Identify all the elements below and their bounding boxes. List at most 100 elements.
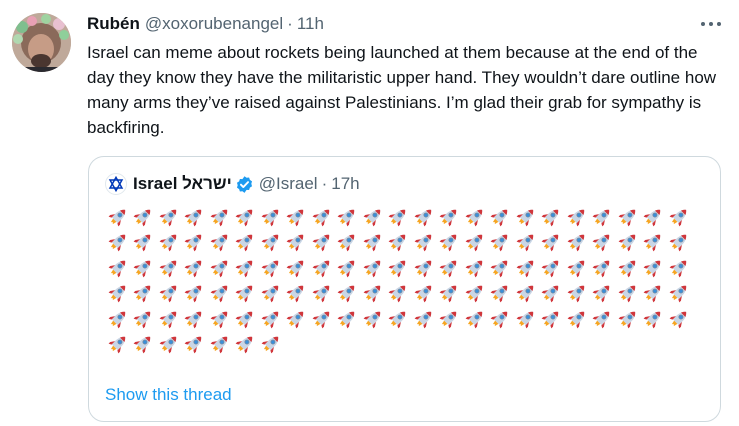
rocket-emoji bbox=[488, 281, 514, 307]
rocket-emoji bbox=[258, 332, 284, 358]
rocket-emoji bbox=[539, 306, 565, 332]
rocket-emoji bbox=[131, 306, 157, 332]
show-thread-link[interactable]: Show this thread bbox=[105, 385, 232, 405]
rocket-emoji bbox=[233, 255, 259, 281]
rocket-emoji bbox=[309, 255, 335, 281]
rocket-emoji bbox=[564, 230, 590, 256]
rocket-emoji bbox=[411, 204, 437, 230]
rocket-emoji bbox=[156, 306, 182, 332]
rocket-emoji bbox=[590, 204, 616, 230]
rocket-emoji bbox=[386, 230, 412, 256]
rocket-emoji bbox=[360, 204, 386, 230]
quoted-time[interactable]: 17h bbox=[331, 174, 359, 194]
rocket-emoji bbox=[258, 204, 284, 230]
rocket-emoji bbox=[539, 255, 565, 281]
rocket-emoji bbox=[284, 255, 310, 281]
rocket-emoji bbox=[641, 204, 667, 230]
rocket-emoji bbox=[564, 204, 590, 230]
rocket-emoji bbox=[360, 306, 386, 332]
rocket-emoji bbox=[284, 306, 310, 332]
rocket-emoji bbox=[513, 281, 539, 307]
rocket-emoji bbox=[360, 281, 386, 307]
rocket-emoji-grid bbox=[105, 204, 705, 357]
rocket-emoji bbox=[156, 281, 182, 307]
avatar[interactable] bbox=[12, 13, 71, 72]
star-of-david-icon[interactable] bbox=[105, 173, 127, 195]
rocket-emoji bbox=[207, 255, 233, 281]
rocket-emoji bbox=[590, 255, 616, 281]
rocket-emoji bbox=[233, 230, 259, 256]
rocket-emoji bbox=[411, 230, 437, 256]
author-name[interactable]: Rubén bbox=[87, 14, 140, 34]
more-horizontal-icon[interactable] bbox=[699, 14, 723, 34]
rocket-emoji bbox=[258, 230, 284, 256]
rocket-emoji bbox=[156, 255, 182, 281]
rocket-emoji bbox=[233, 281, 259, 307]
rocket-emoji bbox=[666, 204, 692, 230]
rocket-emoji bbox=[131, 230, 157, 256]
rocket-emoji bbox=[666, 255, 692, 281]
rocket-emoji bbox=[105, 332, 131, 358]
rocket-emoji bbox=[156, 204, 182, 230]
rocket-emoji bbox=[105, 204, 131, 230]
rocket-emoji bbox=[590, 306, 616, 332]
rocket-emoji bbox=[615, 230, 641, 256]
rocket-emoji bbox=[156, 230, 182, 256]
quoted-tweet[interactable]: Israel ישראל @Israel · 17h Show this thr… bbox=[88, 156, 721, 422]
rocket-emoji bbox=[437, 306, 463, 332]
rocket-emoji bbox=[462, 281, 488, 307]
rocket-emoji bbox=[182, 332, 208, 358]
rocket-emoji bbox=[513, 204, 539, 230]
rocket-emoji bbox=[615, 281, 641, 307]
rocket-emoji bbox=[207, 281, 233, 307]
rocket-emoji bbox=[284, 204, 310, 230]
rocket-emoji bbox=[207, 306, 233, 332]
quoted-separator-dot: · bbox=[321, 174, 328, 193]
rocket-emoji bbox=[309, 281, 335, 307]
rocket-emoji bbox=[335, 281, 361, 307]
tweet-time[interactable]: 11h bbox=[297, 14, 324, 34]
rocket-emoji bbox=[207, 204, 233, 230]
rocket-emoji bbox=[488, 306, 514, 332]
rocket-emoji bbox=[666, 306, 692, 332]
rocket-emoji bbox=[284, 281, 310, 307]
rocket-emoji bbox=[258, 255, 284, 281]
rocket-emoji bbox=[131, 255, 157, 281]
rocket-emoji bbox=[462, 255, 488, 281]
rocket-emoji bbox=[539, 281, 565, 307]
rocket-emoji bbox=[615, 255, 641, 281]
rocket-emoji bbox=[666, 230, 692, 256]
rocket-emoji bbox=[335, 204, 361, 230]
rocket-emoji bbox=[666, 281, 692, 307]
rocket-emoji bbox=[182, 204, 208, 230]
rocket-emoji bbox=[105, 255, 131, 281]
rocket-emoji bbox=[360, 230, 386, 256]
rocket-emoji bbox=[105, 306, 131, 332]
quoted-tweet-header: Israel ישראל @Israel · 17h bbox=[105, 173, 360, 195]
rocket-emoji bbox=[462, 204, 488, 230]
rocket-emoji bbox=[437, 281, 463, 307]
rocket-emoji bbox=[615, 204, 641, 230]
quoted-author-name[interactable]: Israel ישראל bbox=[133, 174, 232, 194]
rocket-emoji bbox=[182, 255, 208, 281]
rocket-emoji bbox=[131, 281, 157, 307]
rocket-emoji bbox=[590, 230, 616, 256]
separator-dot: · bbox=[287, 14, 293, 33]
rocket-emoji bbox=[360, 255, 386, 281]
rocket-emoji bbox=[488, 204, 514, 230]
rocket-emoji bbox=[156, 332, 182, 358]
rocket-emoji bbox=[335, 230, 361, 256]
rocket-emoji bbox=[386, 204, 412, 230]
quoted-author-handle[interactable]: @Israel bbox=[259, 174, 318, 194]
rocket-emoji bbox=[411, 306, 437, 332]
rocket-emoji bbox=[513, 230, 539, 256]
tweet[interactable]: Rubén @xoxorubenangel · 11h Israel can m… bbox=[0, 0, 739, 426]
author-handle[interactable]: @xoxorubenangel bbox=[145, 14, 283, 34]
rocket-emoji bbox=[641, 255, 667, 281]
rocket-emoji bbox=[386, 255, 412, 281]
rocket-emoji bbox=[182, 306, 208, 332]
rocket-emoji bbox=[641, 306, 667, 332]
rocket-emoji bbox=[488, 255, 514, 281]
rocket-emoji bbox=[309, 306, 335, 332]
rocket-emoji bbox=[309, 230, 335, 256]
